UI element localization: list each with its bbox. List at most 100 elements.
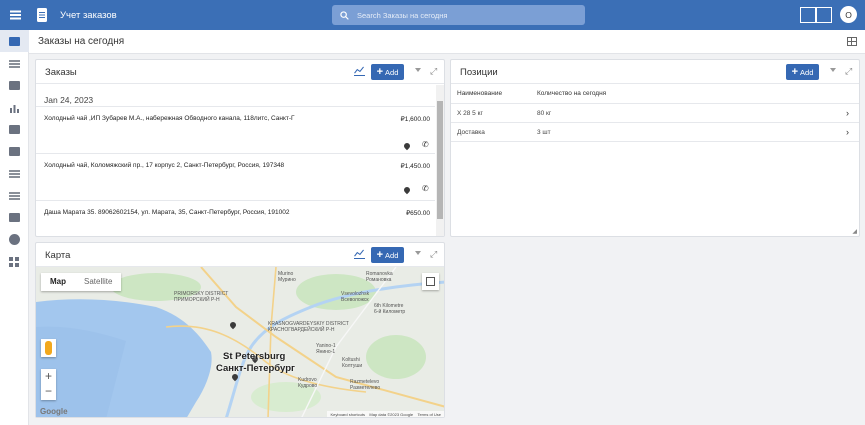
table-row[interactable]: Доставка 3 шт › [451, 123, 859, 142]
expand-icon[interactable]: ⤢ [430, 249, 437, 260]
page-title: Заказы на сегодня [38, 36, 125, 47]
order-date: Jan 24, 2023 [44, 95, 94, 105]
positions-panel-header: Позиции + Add ⤢ [451, 60, 859, 84]
sidebar-item-copies[interactable] [8, 124, 20, 135]
menu-icon[interactable] [0, 0, 30, 30]
filter-icon[interactable] [415, 68, 421, 72]
position-qty: 3 шт [537, 129, 551, 136]
sidebar-item-tasks[interactable] [8, 168, 20, 179]
zoom-controls: + − [41, 369, 56, 400]
orders-scrollbar[interactable] [436, 85, 444, 236]
sidebar-item-orders-today[interactable] [0, 30, 29, 52]
user-avatar[interactable]: O [840, 6, 857, 23]
order-row[interactable]: Даша Марата 35. 89062602154, ул. Марата,… [36, 200, 435, 237]
map-label: Янино-1 [316, 349, 336, 355]
sidebar-item-contacts[interactable] [8, 146, 20, 157]
map-label: 6-й Километр [374, 309, 406, 315]
map-attribution: Keyboard shortcuts Map data ©2023 Google… [327, 411, 444, 417]
resize-handle-icon[interactable]: ◢ [852, 228, 857, 235]
app-title: Учет заказов [60, 9, 117, 21]
city-label-ru: Санкт-Петербург [216, 363, 295, 374]
checklist-icon [8, 172, 20, 175]
chevron-right-icon[interactable]: › [846, 108, 849, 118]
location-pin-icon[interactable] [402, 185, 412, 195]
map-panel-title: Карта [45, 250, 71, 261]
sidebar-item-warehouse[interactable] [8, 212, 20, 223]
orders-panel: Заказы + Add ⤢ Jan 24, 2023 Холодный чай … [35, 59, 445, 237]
chart-icon[interactable] [354, 249, 365, 259]
list-icon [8, 194, 20, 197]
order-price: ₽1,450.00 [400, 163, 430, 170]
search-icon [340, 10, 349, 20]
filter-icon[interactable] [830, 68, 836, 72]
map-label: Мурино [278, 277, 296, 283]
filter-icon[interactable] [415, 251, 421, 255]
sidebar-item-products[interactable] [8, 80, 20, 91]
sidebar [0, 30, 29, 425]
sidebar-item-list[interactable] [8, 58, 20, 69]
map-data-text: Map data ©2023 Google [369, 412, 414, 417]
sidebar-item-reports[interactable] [8, 102, 20, 113]
sidebar-item-apps[interactable] [8, 256, 20, 267]
chevron-right-icon[interactable]: › [846, 127, 849, 137]
positions-panel-title: Позиции [460, 67, 498, 78]
orders-icon [9, 36, 20, 46]
map-view[interactable]: Map Satellite + − Murino Мурино Romanovk… [36, 267, 444, 417]
zoom-in-button[interactable]: + [41, 369, 56, 384]
order-text: Холодный чай, Коломяжский пр., 17 корпус… [44, 162, 285, 169]
contact-card-icon [8, 147, 20, 156]
column-header-qty[interactable]: Количество на сегодня [537, 90, 606, 97]
pegman-icon[interactable] [41, 339, 56, 357]
satellite-tab[interactable]: Satellite [75, 273, 121, 291]
order-row[interactable]: Холодный чай, Коломяжский пр., 17 корпус… [36, 153, 435, 200]
layout-toggle-left[interactable] [800, 7, 816, 23]
map-add-button[interactable]: + Add [371, 247, 404, 263]
box-icon [8, 81, 20, 90]
bar-chart-icon [9, 104, 19, 113]
search-bar[interactable] [332, 5, 585, 25]
positions-add-button[interactable]: + Add [786, 64, 819, 80]
expand-icon[interactable]: ⤢ [430, 66, 437, 77]
map-label: ПРИМОРСКИЙ Р-Н [174, 297, 220, 303]
dashboard-layout-icon[interactable] [847, 37, 857, 46]
orders-panel-header: Заказы + Add ⤢ [36, 60, 444, 84]
order-row[interactable]: Холодный чай ,ИП Зубарев М.А., набережна… [36, 106, 435, 153]
clipboard-icon [37, 8, 47, 22]
table-row[interactable]: Х 28 5 кг 80 кг › [451, 104, 859, 123]
zoom-out-button[interactable]: − [41, 384, 56, 399]
info-icon [8, 234, 20, 245]
orders-add-label: Add [385, 67, 399, 77]
layout-toggle-right[interactable] [816, 7, 832, 23]
terms-link[interactable]: Terms of Use [417, 412, 441, 417]
page-header: Заказы на сегодня [29, 30, 865, 54]
orders-add-button[interactable]: + Add [371, 64, 404, 80]
search-input[interactable] [357, 10, 557, 20]
scrollbar-thumb[interactable] [437, 101, 443, 219]
chart-icon[interactable] [354, 66, 365, 76]
order-text: Даша Марата 35. 89062602154, ул. Марата,… [44, 209, 290, 216]
map-tab[interactable]: Map [41, 273, 75, 291]
city-label-en: St Petersburg [223, 351, 286, 362]
order-price: ₽650.00 [405, 210, 430, 217]
phone-icon[interactable]: ✆ [422, 140, 429, 149]
map-label: Кудрово [298, 383, 318, 389]
map-type-toggle[interactable]: Map Satellite [41, 273, 122, 291]
positions-add-label: Add [800, 67, 814, 77]
grid-icon [9, 256, 19, 267]
fullscreen-icon[interactable] [422, 273, 439, 290]
list-icon [8, 62, 20, 65]
location-pin-icon[interactable] [402, 141, 412, 151]
map-label: Романовка [366, 277, 392, 283]
sidebar-item-journal[interactable] [8, 190, 20, 201]
column-header-name[interactable]: Наименование [457, 90, 502, 97]
top-app-bar: Учет заказов O [0, 0, 865, 30]
phone-icon[interactable]: ✆ [422, 184, 429, 193]
expand-icon[interactable]: ⤢ [845, 66, 852, 77]
map-label: Разметелево [350, 385, 381, 391]
position-qty: 80 кг [537, 110, 552, 117]
order-price: ₽1,600.00 [400, 116, 430, 123]
positions-panel: Позиции + Add ⤢ Наименование Количество н… [450, 59, 860, 237]
keyboard-shortcuts-link[interactable]: Keyboard shortcuts [330, 412, 364, 417]
position-name: Доставка [457, 129, 485, 136]
sidebar-item-info[interactable] [8, 234, 20, 245]
